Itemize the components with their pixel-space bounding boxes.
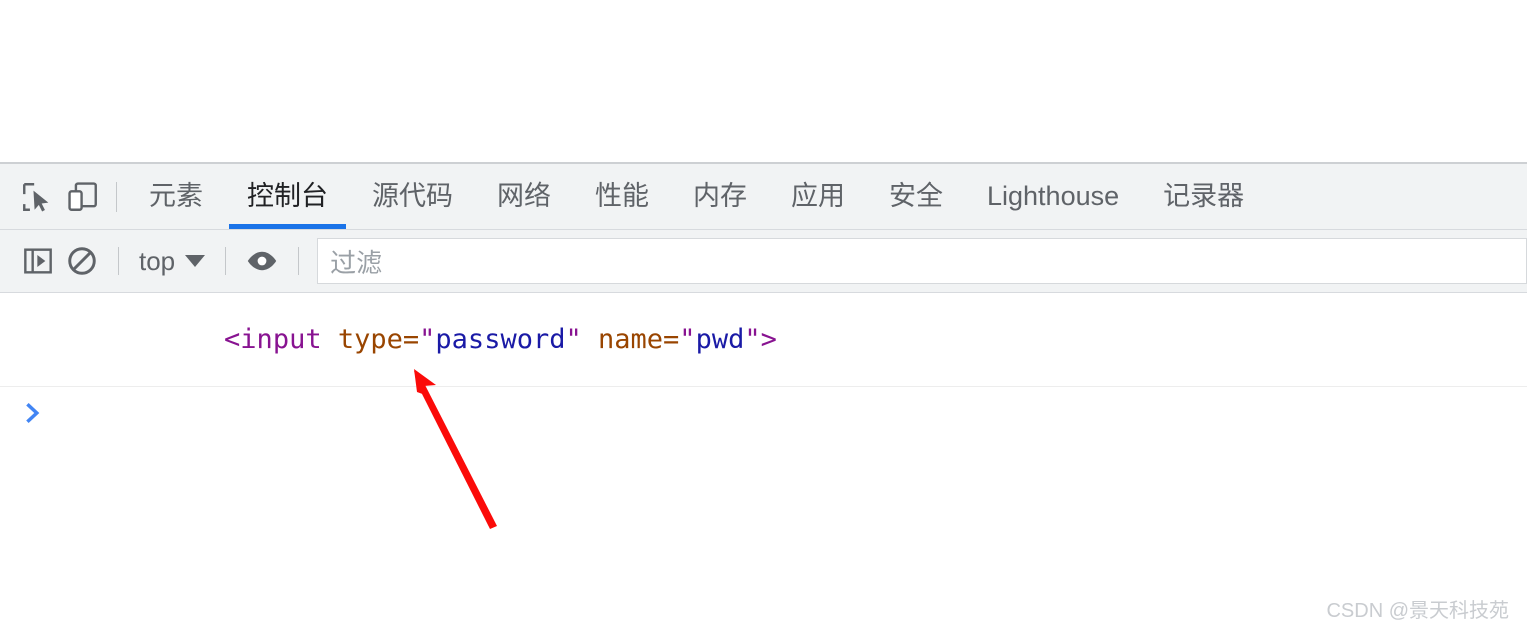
tab-performance[interactable]: 性能: [573, 164, 671, 229]
tab-network[interactable]: 网络: [475, 164, 573, 229]
console-filter-placeholder: 过滤: [330, 247, 383, 278]
html-token-tag-open: <input: [224, 324, 322, 355]
html-token-value-password: password: [435, 324, 566, 355]
html-token-attr-type: type: [337, 324, 403, 355]
console-prompt-chevron-icon: [20, 400, 46, 432]
chevron-down-icon: [185, 255, 206, 267]
html-token-space-1: [322, 324, 338, 355]
tab-elements[interactable]: 元素: [127, 164, 225, 229]
sidebar-toggle-icon[interactable]: [16, 239, 60, 283]
execution-context-selector[interactable]: top: [133, 246, 211, 277]
html-token-value-pwd: pwd: [695, 324, 745, 355]
console-prompt-row[interactable]: [0, 387, 1527, 445]
web-page-content-area: [0, 0, 1527, 162]
console-filter-toolbar: top 过滤: [0, 230, 1527, 293]
clear-console-icon[interactable]: [60, 239, 104, 283]
html-token-quote-3: ": [679, 324, 696, 355]
filterbar-divider-1: [118, 247, 119, 275]
execution-context-value: top: [139, 245, 176, 276]
devtools-tabbar: 元素 控制台 源代码 网络 性能 内存 应用 安全 Lighthouse 记录器: [0, 164, 1527, 230]
tab-console[interactable]: 控制台: [225, 164, 350, 229]
html-token-quote-4: ": [744, 324, 761, 355]
html-token-quote-1: ": [419, 324, 436, 355]
html-token-tag-close: >: [760, 324, 777, 355]
tab-security[interactable]: 安全: [867, 164, 965, 229]
filterbar-divider-2: [225, 247, 227, 275]
html-token-equals-2: =: [663, 324, 680, 355]
device-toolbar-icon[interactable]: [60, 174, 106, 220]
tab-recorder[interactable]: 记录器: [1141, 164, 1266, 229]
filterbar-divider-3: [298, 247, 300, 275]
live-expression-eye-icon[interactable]: [240, 239, 284, 283]
tab-memory[interactable]: 内存: [671, 164, 769, 229]
devtools-panel: 元素 控制台 源代码 网络 性能 内存 应用 安全 Lighthouse 记录器: [0, 162, 1527, 631]
tab-application[interactable]: 应用: [769, 164, 867, 229]
console-filter-input[interactable]: 过滤: [317, 238, 1527, 284]
console-logged-html: <input type="password" name="pwd">: [94, 293, 777, 386]
inspect-element-icon[interactable]: [14, 174, 60, 220]
html-token-equals-1: =: [402, 324, 420, 355]
tab-lighthouse[interactable]: Lighthouse: [965, 164, 1141, 229]
console-output-area: <input type="password" name="pwd">: [0, 293, 1527, 630]
csdn-watermark: CSDN @景天科技苑: [1326, 600, 1509, 622]
html-token-space-2: [582, 324, 598, 355]
tab-sources[interactable]: 源代码: [350, 164, 475, 229]
html-token-attr-name: name: [598, 324, 664, 355]
tabbar-divider: [116, 181, 117, 212]
console-output-row[interactable]: <input type="password" name="pwd">: [0, 293, 1527, 387]
html-token-quote-2: ": [565, 324, 582, 355]
